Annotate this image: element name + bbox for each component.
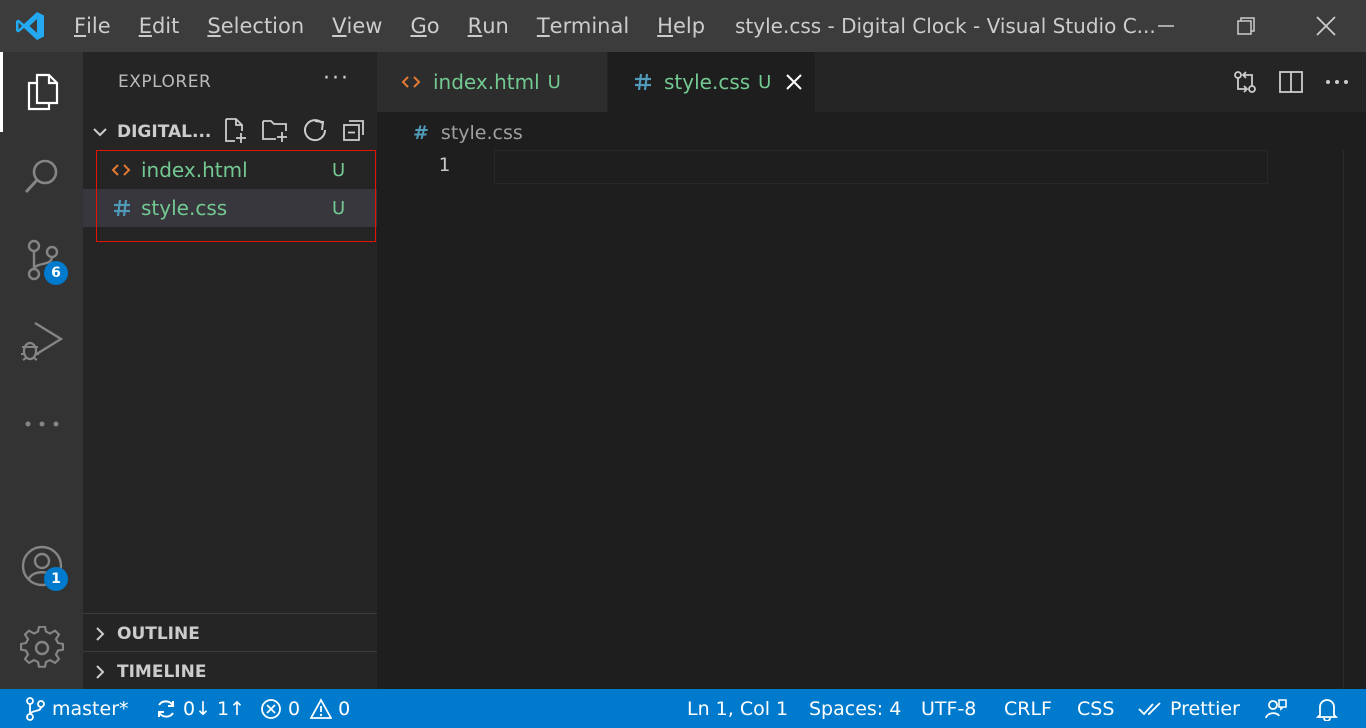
title-bar: File Edit Selection View Go Run Terminal… (0, 0, 1366, 52)
menu-bar: File Edit Selection View Go Run Terminal… (60, 0, 719, 52)
menu-file[interactable]: File (60, 0, 125, 52)
status-bar: master* 0↓ 1↑ 0 0 Ln 1, Col 1 Spaces: 4 … (0, 689, 1366, 728)
menu-view[interactable]: View (318, 0, 396, 52)
encoding-status[interactable]: UTF-8 (921, 689, 976, 728)
tab-style-css[interactable]: style.css U (608, 52, 815, 112)
eol-status[interactable]: CRLF (1004, 689, 1052, 728)
file-name: index.html (141, 158, 248, 182)
language-mode[interactable]: CSS (1077, 689, 1114, 728)
explorer-title: EXPLORER (118, 72, 212, 92)
manage-button[interactable] (0, 608, 83, 688)
explorer-icon (27, 73, 59, 111)
cursor-position[interactable]: Ln 1, Col 1 (687, 689, 788, 728)
branch-status[interactable]: master* (24, 689, 129, 728)
activity-bar: 6 1 (0, 52, 83, 689)
sync-status[interactable]: 0↓ 1↑ (155, 689, 245, 728)
new-file-icon[interactable] (222, 117, 248, 148)
collapse-all-icon[interactable] (341, 117, 367, 148)
breadcrumb-file: style.css (440, 122, 523, 144)
outline-label: OUTLINE (117, 624, 200, 644)
editor-current-line[interactable] (494, 150, 1268, 184)
explorer-more-button[interactable]: ··· (323, 66, 350, 91)
folder-header[interactable]: DIGITAL... (83, 113, 377, 151)
minimize-icon (1158, 25, 1174, 27)
vscode-logo-icon (0, 0, 60, 52)
close-icon (1316, 16, 1336, 36)
css-file-icon (634, 73, 652, 91)
sync-icon (158, 699, 174, 718)
more-actions-button[interactable] (0, 384, 83, 464)
close-window-button[interactable] (1286, 0, 1366, 52)
search-icon (24, 159, 57, 194)
section-divider (83, 651, 377, 652)
feedback-button[interactable] (1264, 689, 1294, 728)
problems-status[interactable]: 0 0 (260, 689, 350, 728)
more-actions-icon[interactable] (1314, 79, 1360, 85)
feedback-icon (1265, 698, 1287, 718)
section-divider (83, 613, 377, 614)
source-control-button[interactable]: 6 (0, 220, 83, 300)
explorer-sidebar: EXPLORER ··· DIGITAL... index.html U sty… (83, 52, 377, 689)
breadcrumb[interactable]: # style.css (413, 118, 523, 148)
close-tab-icon[interactable] (785, 73, 803, 91)
run-debug-icon (20, 321, 63, 361)
line-number: 1 (438, 154, 450, 176)
explorer-toolbar (222, 113, 367, 151)
run-debug-button[interactable] (0, 302, 83, 382)
menu-terminal[interactable]: Terminal (523, 0, 643, 52)
window-title: style.css - Digital Clock - Visual Studi… (735, 14, 1156, 38)
warning-icon (310, 697, 333, 719)
notifications-button[interactable] (1316, 689, 1344, 728)
tab-git-status: U (758, 71, 772, 93)
css-file-icon (83, 199, 141, 217)
editor-scrollbar[interactable] (1343, 150, 1344, 689)
refresh-icon[interactable] (302, 117, 328, 148)
restore-button[interactable] (1206, 0, 1286, 52)
tab-git-status: U (547, 71, 561, 93)
double-check-icon (1138, 701, 1161, 715)
timeline-section-header[interactable]: TIMELINE (83, 653, 377, 691)
search-button[interactable] (0, 136, 83, 216)
split-editor-icon[interactable] (1268, 69, 1314, 95)
git-branch-icon (26, 696, 45, 721)
timeline-label: TIMELINE (117, 662, 207, 682)
menu-help[interactable]: Help (643, 0, 719, 52)
menu-selection[interactable]: Selection (193, 0, 318, 52)
open-changes-icon[interactable] (1222, 69, 1268, 95)
menu-run[interactable]: Run (454, 0, 523, 52)
restore-icon (1237, 17, 1255, 35)
prettier-status[interactable]: Prettier (1138, 689, 1240, 728)
tab-label: style.css (664, 70, 751, 94)
more-icon (25, 421, 58, 427)
chevron-right-icon (83, 664, 117, 680)
menu-go[interactable]: Go (396, 0, 453, 52)
accounts-badge: 1 (44, 567, 68, 591)
minimize-button[interactable] (1126, 0, 1206, 52)
indentation-status[interactable]: Spaces: 4 (809, 689, 901, 728)
explorer-button[interactable] (0, 52, 83, 132)
gear-icon (19, 626, 64, 668)
git-status-untracked: U (332, 159, 346, 181)
git-status-untracked: U (332, 197, 346, 219)
tab-index-html[interactable]: index.html U (377, 52, 607, 112)
chevron-right-icon (83, 626, 117, 642)
html-file-icon (401, 74, 421, 90)
bell-icon (1316, 698, 1338, 721)
file-item-index-html[interactable]: index.html U (83, 151, 377, 189)
new-folder-icon[interactable] (261, 117, 289, 148)
html-file-icon (83, 162, 141, 178)
accounts-button[interactable]: 1 (0, 526, 83, 606)
error-icon (261, 698, 281, 719)
tab-label: index.html (433, 70, 540, 94)
menu-edit[interactable]: Edit (125, 0, 194, 52)
outline-section-header[interactable]: OUTLINE (83, 615, 377, 653)
css-file-icon: # (413, 122, 429, 144)
folder-name: DIGITAL... (117, 122, 212, 142)
file-name: style.css (141, 196, 228, 220)
chevron-down-icon (83, 124, 117, 140)
source-control-badge: 6 (44, 261, 68, 285)
editor-tabs: index.html U style.css U (377, 52, 1366, 112)
editor-actions (1222, 52, 1366, 112)
file-item-style-css[interactable]: style.css U (83, 189, 377, 227)
